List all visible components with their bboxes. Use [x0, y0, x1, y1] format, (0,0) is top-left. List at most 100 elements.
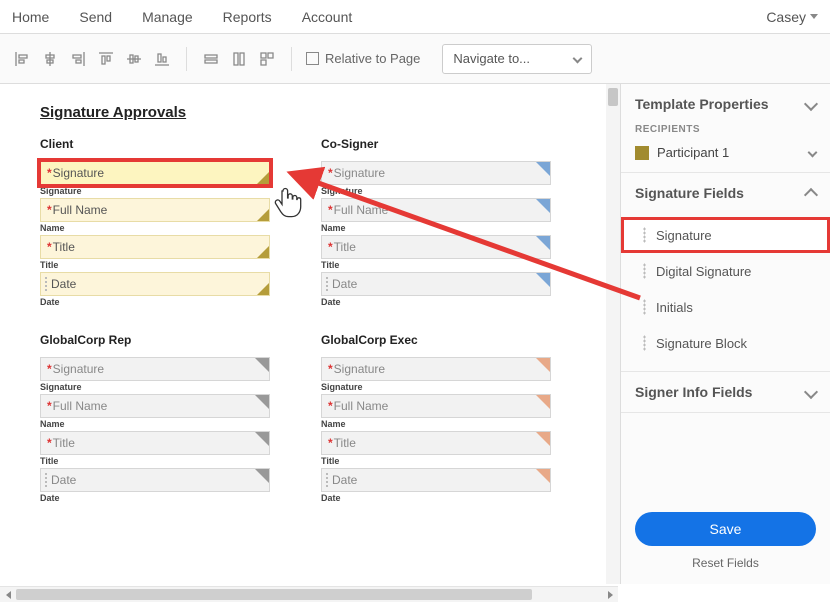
- field-corner-icon: [536, 199, 550, 213]
- block-heading: GlobalCorp Rep: [40, 333, 285, 347]
- field-row: *TitleTitle: [321, 431, 566, 466]
- save-button[interactable]: Save: [635, 512, 816, 546]
- scroll-thumb[interactable]: [16, 589, 532, 600]
- scroll-thumb[interactable]: [608, 88, 618, 106]
- align-center-h-icon[interactable]: [40, 49, 60, 69]
- navigate-label: Navigate to...: [453, 51, 530, 66]
- required-asterisk: *: [47, 166, 52, 180]
- form-field[interactable]: Date: [40, 272, 270, 296]
- align-right-icon[interactable]: [68, 49, 88, 69]
- signer-info-fields-label: Signer Info Fields: [635, 384, 752, 400]
- field-placeholder: Date: [332, 277, 357, 291]
- field-corner-icon: [536, 358, 550, 372]
- field-row: *SignatureSignature: [40, 161, 285, 196]
- signature-field-label: Digital Signature: [656, 264, 751, 279]
- field-corner-icon: [257, 246, 269, 258]
- field-corner-icon: [257, 209, 269, 221]
- field-label: Name: [321, 419, 566, 429]
- match-both-icon[interactable]: [257, 49, 277, 69]
- signature-block: GlobalCorp Rep *SignatureSignature*Full N…: [40, 333, 285, 505]
- field-corner-icon: [255, 358, 269, 372]
- form-field[interactable]: *Signature: [40, 357, 270, 381]
- required-asterisk: *: [47, 399, 52, 413]
- signature-field-item[interactable]: Initials: [621, 289, 830, 325]
- template-properties-header[interactable]: Template Properties: [621, 84, 830, 124]
- align-top-icon[interactable]: [96, 49, 116, 69]
- nav-home[interactable]: Home: [12, 9, 49, 25]
- align-left-icon[interactable]: [12, 49, 32, 69]
- horizontal-scrollbar[interactable]: [0, 586, 618, 602]
- field-label: Name: [40, 223, 285, 233]
- field-placeholder: Signature: [334, 166, 385, 180]
- signature-field-item[interactable]: Digital Signature: [621, 253, 830, 289]
- scroll-right-button[interactable]: [602, 587, 618, 602]
- scroll-left-button[interactable]: [0, 587, 16, 602]
- form-field[interactable]: *Title: [321, 431, 551, 455]
- user-menu[interactable]: Casey: [766, 9, 818, 25]
- form-field[interactable]: Date: [321, 468, 551, 492]
- reset-fields-link[interactable]: Reset Fields: [635, 556, 816, 570]
- scroll-track[interactable]: [16, 589, 602, 600]
- form-field[interactable]: *Full Name: [321, 198, 551, 222]
- field-label: Name: [40, 419, 285, 429]
- field-placeholder: Date: [51, 277, 76, 291]
- align-center-v-icon[interactable]: [124, 49, 144, 69]
- required-asterisk: *: [47, 436, 52, 450]
- field-placeholder: Title: [334, 240, 356, 254]
- signature-fields-header[interactable]: Signature Fields: [621, 173, 830, 213]
- match-width-icon[interactable]: [201, 49, 221, 69]
- separator: [186, 47, 187, 71]
- field-row: DateDate: [40, 468, 285, 503]
- relative-to-page-toggle[interactable]: Relative to Page: [306, 51, 420, 66]
- field-corner-icon: [536, 162, 550, 176]
- form-field[interactable]: *Signature: [321, 161, 551, 185]
- document-title: Signature Approvals: [40, 104, 566, 121]
- chevron-down-icon: [804, 385, 818, 399]
- drag-handle-icon: [643, 227, 646, 243]
- signature-field-item[interactable]: Signature Block: [621, 325, 830, 361]
- field-corner-icon: [536, 395, 550, 409]
- field-corner-icon: [255, 432, 269, 446]
- vertical-scrollbar[interactable]: [606, 84, 620, 584]
- field-placeholder: Signature: [334, 362, 385, 376]
- form-field[interactable]: *Full Name: [40, 198, 270, 222]
- field-row: *SignatureSignature: [40, 357, 285, 392]
- required-asterisk: *: [328, 399, 333, 413]
- signer-info-fields-header[interactable]: Signer Info Fields: [621, 372, 830, 412]
- form-field[interactable]: Date: [40, 468, 270, 492]
- form-field[interactable]: *Title: [40, 235, 270, 259]
- navigate-select[interactable]: Navigate to...: [442, 44, 592, 74]
- participant-select[interactable]: Participant 1: [635, 141, 816, 164]
- field-label: Title: [40, 456, 285, 466]
- field-label: Date: [321, 493, 566, 503]
- drag-handle-icon: [643, 335, 646, 351]
- required-asterisk: *: [328, 166, 333, 180]
- nav-account[interactable]: Account: [302, 9, 353, 25]
- field-label: Title: [321, 456, 566, 466]
- main-area: Signature Approvals Client*SignatureSign…: [0, 84, 830, 584]
- field-placeholder: Title: [53, 436, 75, 450]
- form-field[interactable]: *Full Name: [40, 394, 270, 418]
- signature-block: Client*SignatureSignature*Full NameName*…: [40, 137, 285, 309]
- top-nav: Home Send Manage Reports Account Casey: [0, 0, 830, 34]
- form-field[interactable]: *Title: [321, 235, 551, 259]
- field-row: *TitleTitle: [40, 431, 285, 466]
- form-field[interactable]: *Signature: [40, 161, 270, 185]
- block-heading: GlobalCorp Exec: [321, 333, 566, 347]
- document-canvas[interactable]: Signature Approvals Client*SignatureSign…: [0, 84, 606, 584]
- field-label: Date: [321, 297, 566, 307]
- field-corner-icon: [536, 469, 550, 483]
- form-field[interactable]: Date: [321, 272, 551, 296]
- nav-manage[interactable]: Manage: [142, 9, 193, 25]
- canvas-wrap: Signature Approvals Client*SignatureSign…: [0, 84, 620, 584]
- signature-field-item[interactable]: Signature: [621, 217, 830, 253]
- required-asterisk: *: [328, 436, 333, 450]
- match-height-icon[interactable]: [229, 49, 249, 69]
- nav-send[interactable]: Send: [79, 9, 112, 25]
- form-field[interactable]: *Signature: [321, 357, 551, 381]
- align-bottom-icon[interactable]: [152, 49, 172, 69]
- nav-reports[interactable]: Reports: [223, 9, 272, 25]
- form-field[interactable]: *Full Name: [321, 394, 551, 418]
- toolbar: Relative to Page Navigate to...: [0, 34, 830, 84]
- form-field[interactable]: *Title: [40, 431, 270, 455]
